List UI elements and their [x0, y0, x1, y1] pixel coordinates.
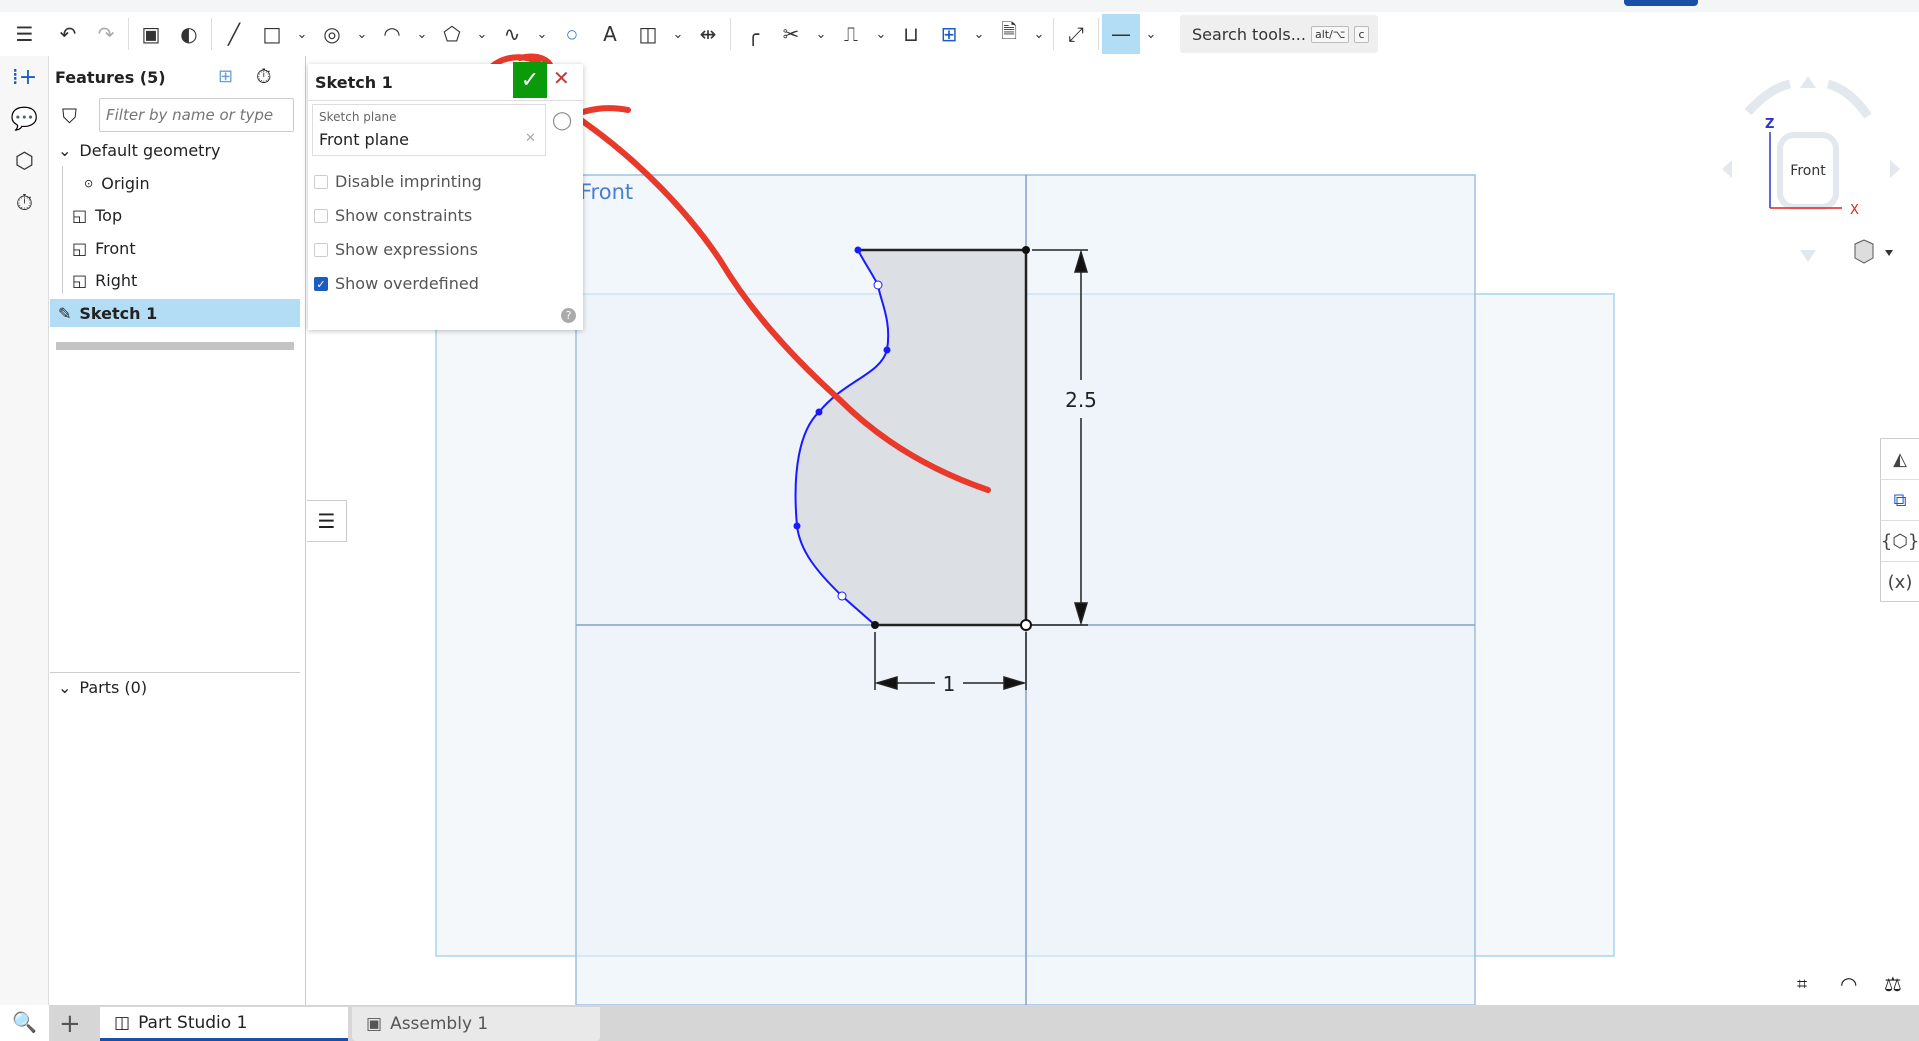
height-dimension-value[interactable]: 2.5 — [1065, 388, 1097, 412]
option-disable-imprinting[interactable]: Disable imprinting — [314, 172, 482, 191]
sketch-plane-value: Front plane — [319, 130, 409, 149]
cancel-button[interactable]: ✕ — [553, 66, 570, 90]
sketch-canvas[interactable]: Front 2.5 1 Front Z X — [0, 0, 1919, 1041]
axis-z-label: Z — [1765, 117, 1774, 132]
custom-features-icon[interactable]: (x) — [1881, 562, 1919, 603]
vertex[interactable] — [871, 621, 879, 629]
help-icon[interactable]: ? — [561, 308, 576, 323]
view-options-icon[interactable] — [1854, 239, 1893, 264]
origin-point[interactable] — [1020, 619, 1032, 631]
plane-label: Front — [580, 180, 633, 204]
tab-part-studio-1[interactable]: ◫ Part Studio 1 — [100, 1007, 348, 1041]
tab-label: Assembly 1 — [390, 1014, 489, 1034]
tab-label: Part Studio 1 — [138, 1012, 248, 1033]
appearance-panel-icon[interactable]: ◭ — [1881, 439, 1919, 480]
vertex[interactable] — [1022, 246, 1030, 254]
option-show-expressions[interactable]: Show expressions — [314, 240, 478, 259]
mass-properties-icon[interactable]: ⚖ — [1884, 972, 1902, 996]
plane-select-icon[interactable]: ◯ — [552, 110, 572, 131]
option-label: Show overdefined — [335, 274, 479, 293]
option-label: Disable imprinting — [335, 172, 482, 191]
confirm-button[interactable]: ✓ — [513, 62, 547, 98]
check-icon: ✓ — [520, 67, 540, 93]
sketch-dialog: Sketch 1 ✓ ✕ Sketch plane Front plane ✕ … — [308, 62, 583, 330]
option-label: Show constraints — [335, 206, 473, 225]
checkbox[interactable] — [314, 174, 328, 189]
width-dimension-value[interactable]: 1 — [943, 672, 956, 696]
option-label: Show expressions — [335, 240, 478, 259]
add-tab-button[interactable]: + — [59, 1009, 81, 1039]
checkbox[interactable] — [314, 208, 328, 223]
assembly-icon: ▣ — [366, 1014, 383, 1034]
view-cube-label[interactable]: Front — [1790, 163, 1826, 179]
part-studio-icon: ◫ — [114, 1012, 131, 1033]
option-show-constraints[interactable]: Show constraints — [314, 206, 472, 225]
clear-icon[interactable]: ✕ — [525, 131, 536, 146]
sketch-list-toggle[interactable]: ☰ — [307, 500, 347, 542]
divider — [308, 100, 583, 101]
dialog-title: Sketch 1 — [315, 73, 393, 92]
tab-bar: + ◫ Part Studio 1 ▣ Assembly 1 — [49, 1005, 1919, 1041]
measure-icon[interactable]: ⌗ — [1797, 974, 1807, 995]
tab-assembly-1[interactable]: ▣ Assembly 1 — [352, 1007, 600, 1041]
checkbox-checked[interactable]: ✓ — [314, 276, 328, 291]
sketch-plane-label: Sketch plane — [319, 110, 397, 124]
right-panel: ◭ ⧉ {⬡} (x) — [1880, 438, 1919, 602]
sketch-plane-field[interactable]: Sketch plane Front plane ✕ — [312, 104, 546, 156]
protractor-icon[interactable]: ◠ — [1840, 972, 1857, 996]
variables-icon[interactable]: {⬡} — [1881, 521, 1919, 562]
axis-x-label: X — [1850, 203, 1859, 218]
option-show-overdefined[interactable]: ✓ Show overdefined — [314, 274, 479, 293]
configurations-icon[interactable]: ⧉ — [1881, 480, 1919, 521]
close-icon: ✕ — [553, 66, 570, 90]
checkbox[interactable] — [314, 242, 328, 257]
